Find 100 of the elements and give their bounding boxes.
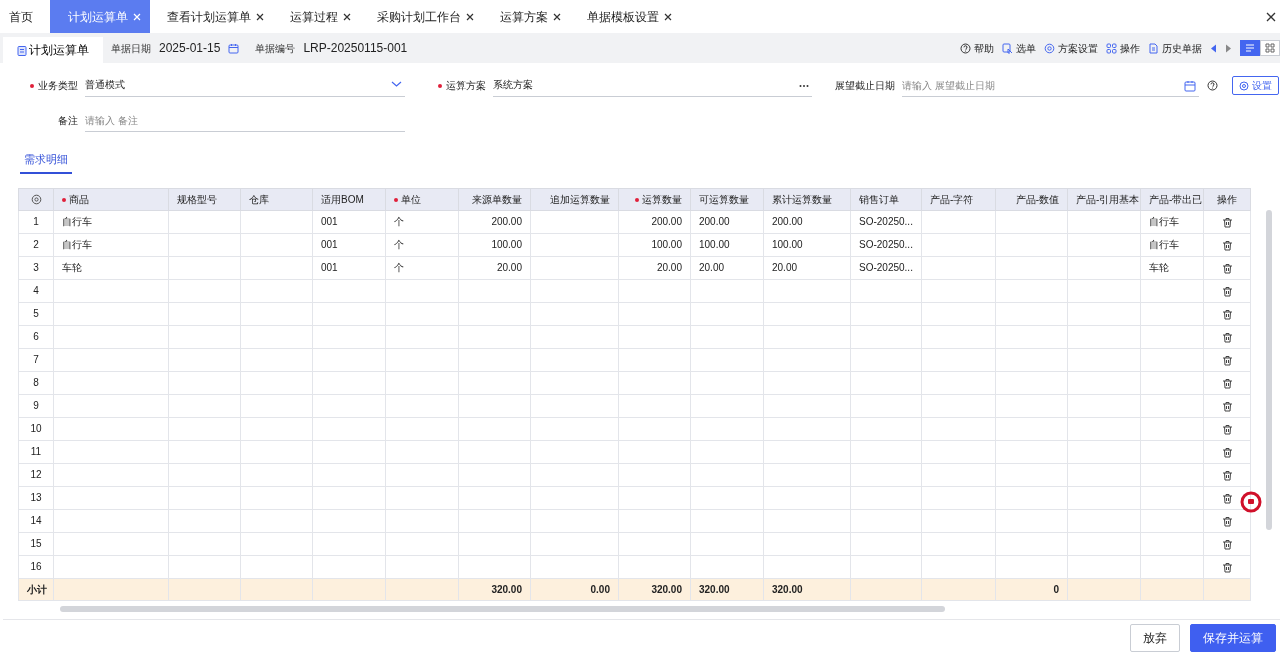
save-button[interactable]: 保存并运算 [1190,623,1276,652]
close-icon[interactable] [466,12,474,21]
table-cell: 20.00 [656,262,682,273]
row-number: 4 [33,285,39,296]
close-icon[interactable] [553,12,561,21]
date-value: 2025-01-15 [159,40,221,57]
delete-icon[interactable] [1221,262,1233,274]
toolbar-button[interactable]: 历史单据 [1148,40,1202,56]
settings-button[interactable]: 设置 [1232,76,1279,95]
previous-icon[interactable] [1210,43,1217,53]
row-number: 16 [30,561,42,572]
column-header: 来源单数量 [472,192,522,207]
scrollbar[interactable] [1266,210,1272,530]
column-header: 运算数量 [642,193,682,208]
row-number: 1 [33,216,39,227]
input-field[interactable]: 普通模式 [85,74,405,97]
more-icon[interactable] [799,84,809,88]
toolbar-button[interactable]: 方案设置 [1044,40,1098,56]
delete-icon[interactable] [1221,216,1233,228]
discard-button[interactable]: 放弃 [1130,623,1180,652]
delete-icon[interactable] [1221,285,1233,297]
settings-icon[interactable] [30,194,42,206]
row-number: 11 [30,446,42,457]
click-indicator-icon [1240,491,1262,513]
table-cell: 自行车 [1149,216,1179,227]
delete-icon[interactable] [1221,354,1233,366]
document-tab[interactable]: 计划运算单 [3,37,103,63]
table-cell: 个 [394,216,404,227]
calendar-icon[interactable] [1184,80,1196,92]
delete-icon[interactable] [1221,561,1233,573]
view-toggle[interactable] [1240,40,1260,56]
row-number: 2 [33,239,39,250]
table-cell: 200.00 [699,216,730,227]
table-cell: 320.00 [491,583,522,595]
delete-icon[interactable] [1221,492,1233,504]
help-icon [960,42,971,54]
delete-icon[interactable] [1221,446,1233,458]
tab[interactable]: 首页 [0,0,42,33]
tab[interactable]: 计划运算单 [50,0,150,33]
delete-icon[interactable] [1221,331,1233,343]
calendar-icon[interactable] [228,42,240,54]
table-cell: SO-20250... [859,239,913,250]
section-tab[interactable]: 需求明细 [20,151,72,174]
close-icon[interactable] [343,12,351,21]
close-icon[interactable] [256,12,264,21]
toolbar-button[interactable]: 帮助 [960,40,994,56]
column-header: 可运算数量 [699,192,749,207]
input-field[interactable]: 系统方案 [493,74,812,97]
number-label: 单据编号 [255,41,296,56]
subtotal-label: 小计 [27,583,47,595]
row-number: 5 [33,308,39,319]
delete-icon[interactable] [1221,515,1233,527]
select-icon [1002,42,1013,54]
tab[interactable]: 运算方案 [491,0,570,33]
column-header: 产品-数值 [1015,192,1059,207]
row-number: 10 [30,423,42,434]
help-icon[interactable] [1207,80,1218,91]
delete-icon[interactable] [1221,423,1233,435]
table-cell: 20.00 [699,262,725,273]
delete-icon[interactable] [1221,469,1233,481]
toolbar-button[interactable]: 选单 [1002,40,1036,56]
column-header: 产品-带出已 [1149,192,1203,207]
row-number: 13 [30,492,42,503]
delete-icon[interactable] [1221,377,1233,389]
toolbar-button[interactable]: 操作 [1106,40,1140,56]
input-field[interactable]: 请输入 展望截止日期 [902,74,1199,97]
column-header: 适用BOM [321,192,364,207]
table-cell: 100.00 [772,239,803,250]
document-icon [17,44,27,56]
field-label: 备注 [58,114,78,128]
table-cell: 001 [321,239,338,250]
field-label: 展望截止日期 [835,79,895,93]
delete-icon[interactable] [1221,239,1233,251]
tab[interactable]: 单据模板设置 [578,0,681,33]
table-cell: 个 [394,239,404,250]
table-cell: 320.00 [772,583,803,595]
row-number: 3 [33,262,39,273]
close-icon[interactable] [664,12,672,21]
close-icon[interactable] [1266,12,1276,22]
input-field[interactable]: 请输入 备注 [85,109,405,132]
row-number: 15 [30,538,42,549]
tab[interactable]: 运算过程 [281,0,360,33]
chevron-down-icon[interactable] [391,80,402,88]
tab[interactable]: 查看计划运算单 [158,0,273,33]
scrollbar[interactable] [60,605,945,612]
column-header: 单位 [401,193,421,208]
delete-icon[interactable] [1221,400,1233,412]
next-icon[interactable] [1225,43,1232,53]
delete-icon[interactable] [1221,538,1233,550]
tab[interactable]: 采购计划工作台 [368,0,483,33]
table-cell: SO-20250... [859,262,913,273]
table-cell: 100.00 [491,239,522,250]
row-number: 7 [33,354,39,365]
table-cell: 20.00 [772,262,798,273]
row-number: 9 [33,400,39,411]
column-header: 累计运算数量 [772,192,832,207]
row-number: 8 [33,377,39,388]
row-number: 12 [30,469,42,480]
date-label: 单据日期 [111,41,151,56]
delete-icon[interactable] [1221,308,1233,320]
